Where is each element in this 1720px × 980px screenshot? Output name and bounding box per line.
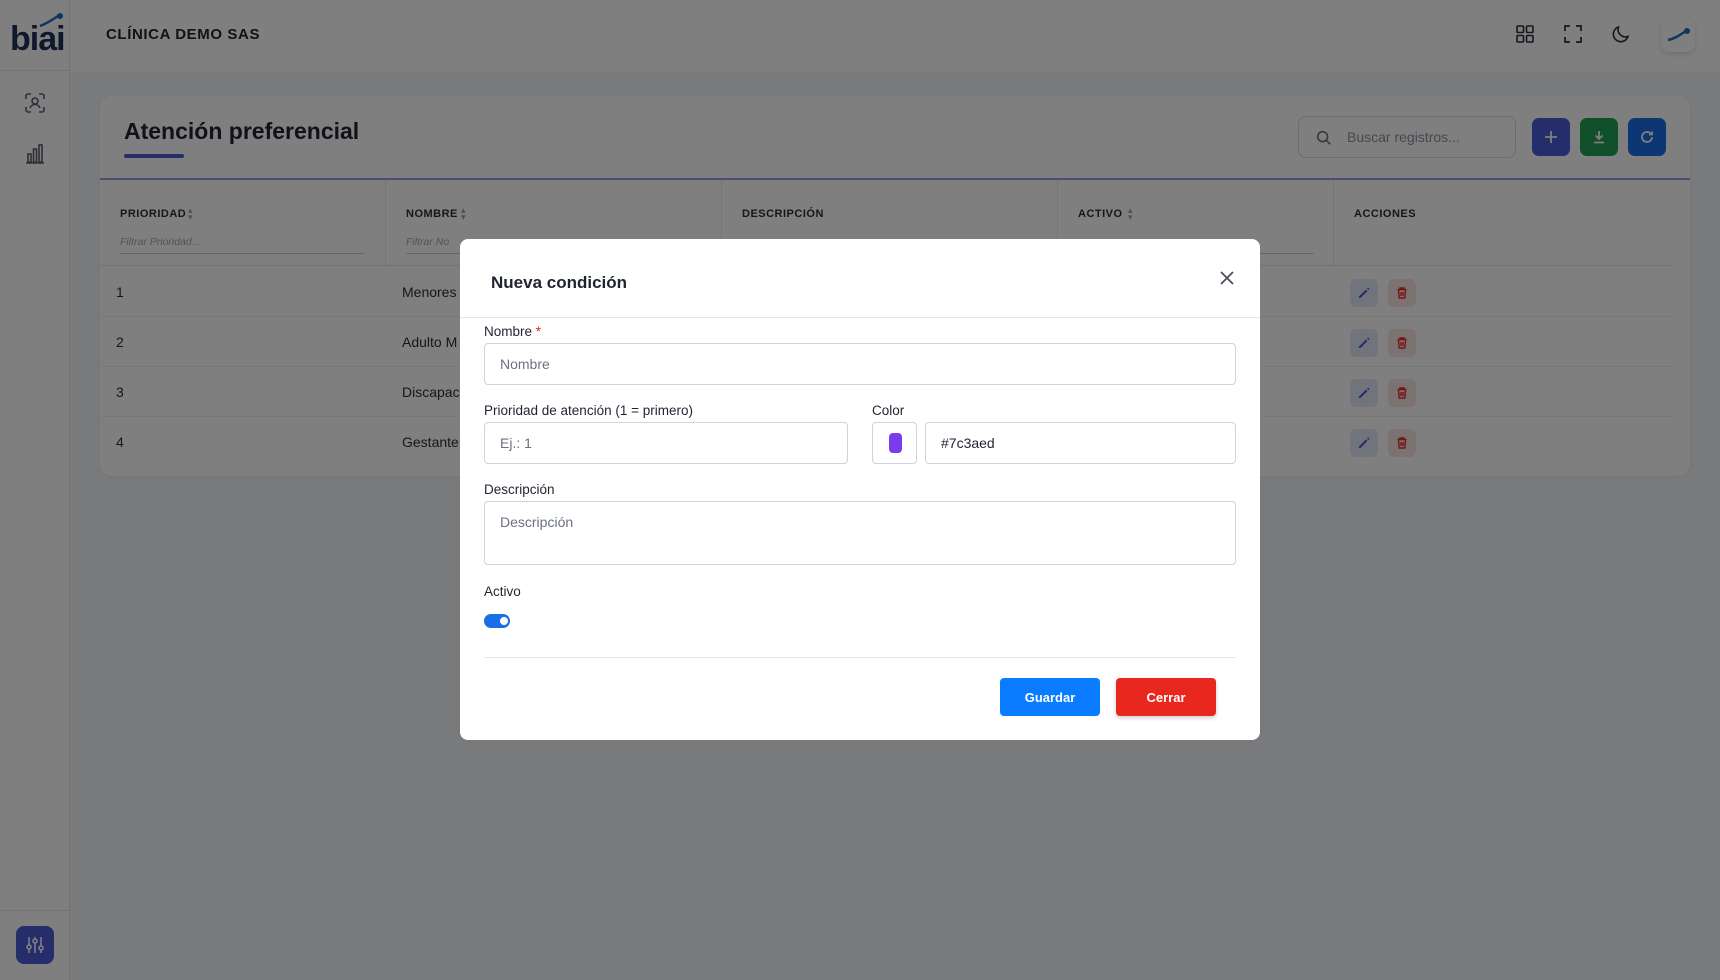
activo-label: Activo <box>484 584 521 599</box>
prioridad-input[interactable] <box>484 422 848 464</box>
color-picker[interactable] <box>872 422 917 464</box>
cancel-button[interactable]: Cerrar <box>1116 678 1216 716</box>
required-mark: * <box>535 324 542 339</box>
modal-title: Nueva condición <box>491 273 628 292</box>
new-condition-modal: Nueva condición Nombre * Prioridad de at… <box>460 239 1260 740</box>
descripcion-label: Descripción <box>484 482 555 497</box>
activo-toggle[interactable] <box>484 614 510 628</box>
prioridad-label: Prioridad de atención (1 = primero) <box>484 403 693 418</box>
color-swatch <box>889 433 902 453</box>
descripcion-textarea[interactable] <box>484 501 1236 565</box>
close-icon[interactable] <box>1216 267 1238 289</box>
nombre-label-text: Nombre <box>484 324 533 339</box>
nombre-label: Nombre * <box>484 324 541 339</box>
modal-header-divider <box>460 317 1260 318</box>
nombre-input[interactable] <box>484 343 1236 385</box>
modal-footer-divider <box>484 657 1236 658</box>
save-button[interactable]: Guardar <box>1000 678 1100 716</box>
color-label: Color <box>872 403 905 418</box>
color-hex-input[interactable] <box>925 422 1236 464</box>
